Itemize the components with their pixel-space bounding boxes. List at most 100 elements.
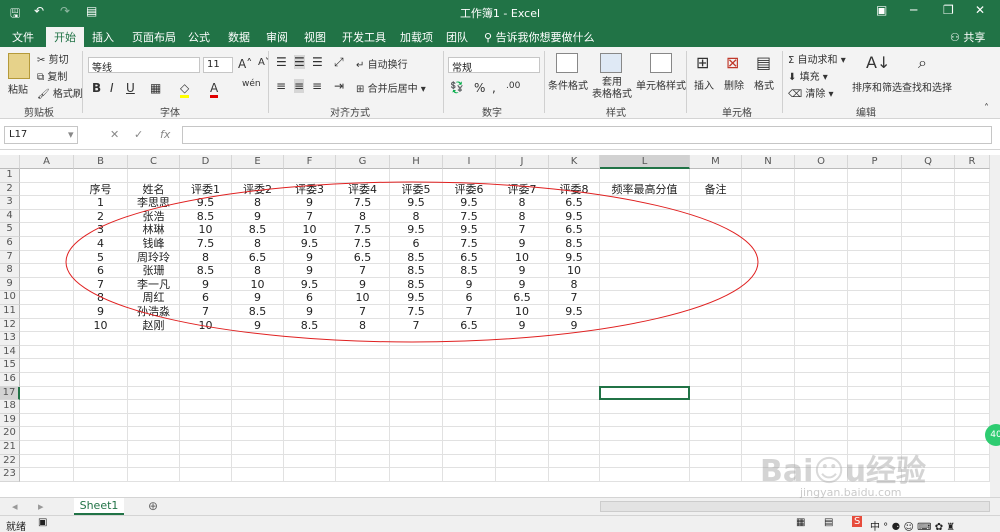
data-cell[interactable]: 9 — [336, 277, 390, 292]
cell[interactable] — [690, 400, 742, 414]
cell[interactable] — [20, 345, 74, 360]
cell[interactable] — [284, 441, 336, 455]
data-cell[interactable]: 7.5 — [336, 223, 390, 237]
cell[interactable] — [742, 264, 795, 278]
data-cell[interactable]: 9.5 — [284, 277, 336, 292]
cell[interactable] — [128, 345, 180, 360]
data-cell[interactable]: 6.5 — [496, 291, 549, 305]
cell[interactable] — [284, 373, 336, 387]
row-header-14[interactable]: 14 — [0, 345, 20, 360]
data-cell[interactable]: 7 — [284, 209, 336, 224]
cell[interactable] — [795, 169, 848, 183]
cell[interactable] — [180, 400, 232, 414]
cell[interactable] — [180, 413, 232, 428]
data-cell[interactable]: 9 — [549, 318, 600, 333]
data-cell[interactable]: 7 — [336, 264, 390, 278]
cell[interactable] — [232, 373, 284, 387]
cell[interactable] — [848, 359, 902, 373]
cell[interactable] — [549, 400, 600, 414]
cell[interactable] — [742, 196, 795, 210]
column-header-h[interactable]: H — [390, 155, 443, 169]
cell[interactable] — [690, 468, 742, 482]
cell[interactable] — [795, 318, 848, 333]
data-cell[interactable]: 6.5 — [336, 250, 390, 265]
cell[interactable] — [600, 373, 690, 387]
cell[interactable] — [74, 169, 128, 183]
cell[interactable] — [443, 386, 496, 401]
data-cell[interactable]: 6.5 — [232, 250, 284, 265]
cell[interactable] — [902, 237, 955, 251]
orientation-icon[interactable]: ⤢ — [334, 55, 344, 70]
cell[interactable] — [20, 359, 74, 373]
cell[interactable] — [20, 196, 74, 210]
data-cell[interactable]: 8.5 — [443, 264, 496, 278]
column-header-a[interactable]: A — [20, 155, 74, 169]
cell[interactable] — [742, 413, 795, 428]
name-box-dropdown-icon[interactable]: ▾ — [68, 128, 74, 141]
cell[interactable] — [180, 454, 232, 469]
cell[interactable] — [902, 209, 955, 224]
tab-insert[interactable]: 插入 — [92, 29, 114, 45]
cell[interactable] — [848, 386, 902, 401]
cell[interactable] — [795, 345, 848, 360]
cell[interactable] — [284, 454, 336, 469]
wrap-text-button[interactable]: ↵ 自动换行 — [356, 56, 408, 71]
cell[interactable] — [180, 345, 232, 360]
data-cell[interactable]: 李一凡 — [128, 277, 180, 292]
cell[interactable] — [955, 386, 990, 401]
normal-view-icon[interactable]: ▦ — [796, 517, 805, 528]
cell[interactable] — [390, 400, 443, 414]
row-header-1[interactable]: 1 — [0, 169, 20, 183]
cell[interactable] — [20, 400, 74, 414]
cell[interactable] — [232, 169, 284, 183]
tab-review[interactable]: 审阅 — [266, 29, 288, 45]
cell[interactable] — [496, 413, 549, 428]
cell[interactable] — [795, 413, 848, 428]
cell[interactable] — [902, 400, 955, 414]
cell[interactable] — [690, 373, 742, 387]
cell[interactable] — [390, 441, 443, 455]
data-cell[interactable]: 9.5 — [390, 291, 443, 305]
tab-file[interactable]: 文件 — [12, 29, 34, 45]
data-cell[interactable]: 9.5 — [390, 223, 443, 237]
selected-cell-l17[interactable] — [599, 385, 690, 401]
header-cell[interactable]: 评委5 — [390, 182, 443, 197]
row-header-2[interactable]: 2 — [0, 182, 20, 197]
tab-team[interactable]: 团队 — [446, 29, 468, 45]
cell[interactable] — [600, 413, 690, 428]
cell[interactable] — [443, 345, 496, 360]
cell[interactable] — [20, 454, 74, 469]
data-cell[interactable]: 9.5 — [549, 305, 600, 319]
prev-sheet-icon[interactable]: ◂ — [12, 500, 18, 513]
cell[interactable] — [390, 169, 443, 183]
cell[interactable] — [20, 441, 74, 455]
cell[interactable] — [549, 169, 600, 183]
cell[interactable] — [742, 345, 795, 360]
cell[interactable] — [600, 454, 690, 469]
cell[interactable] — [795, 237, 848, 251]
cell[interactable] — [232, 413, 284, 428]
cell[interactable] — [549, 332, 600, 346]
cell[interactable] — [336, 413, 390, 428]
cell[interactable] — [902, 250, 955, 265]
data-cell[interactable]: 周玲玲 — [128, 250, 180, 265]
row-header-21[interactable]: 21 — [0, 441, 20, 455]
increase-decimal-button[interactable]: .00 — [506, 81, 520, 91]
cell[interactable] — [955, 413, 990, 428]
data-cell[interactable]: 9.5 — [284, 237, 336, 251]
cell[interactable] — [902, 182, 955, 197]
data-cell[interactable]: 9 — [180, 277, 232, 292]
cell[interactable] — [180, 332, 232, 346]
data-cell[interactable]: 10 — [180, 223, 232, 237]
cell[interactable] — [20, 332, 74, 346]
data-cell[interactable]: 李思思 — [128, 196, 180, 210]
cell[interactable] — [74, 468, 128, 482]
cell[interactable] — [128, 169, 180, 183]
tab-addins[interactable]: 加载项 — [400, 29, 433, 45]
ime-icon[interactable]: S — [852, 516, 863, 527]
cell[interactable] — [496, 441, 549, 455]
data-cell[interactable]: 9 — [284, 196, 336, 210]
row-header-12[interactable]: 12 — [0, 318, 20, 333]
cell[interactable] — [795, 386, 848, 401]
cell[interactable] — [902, 413, 955, 428]
